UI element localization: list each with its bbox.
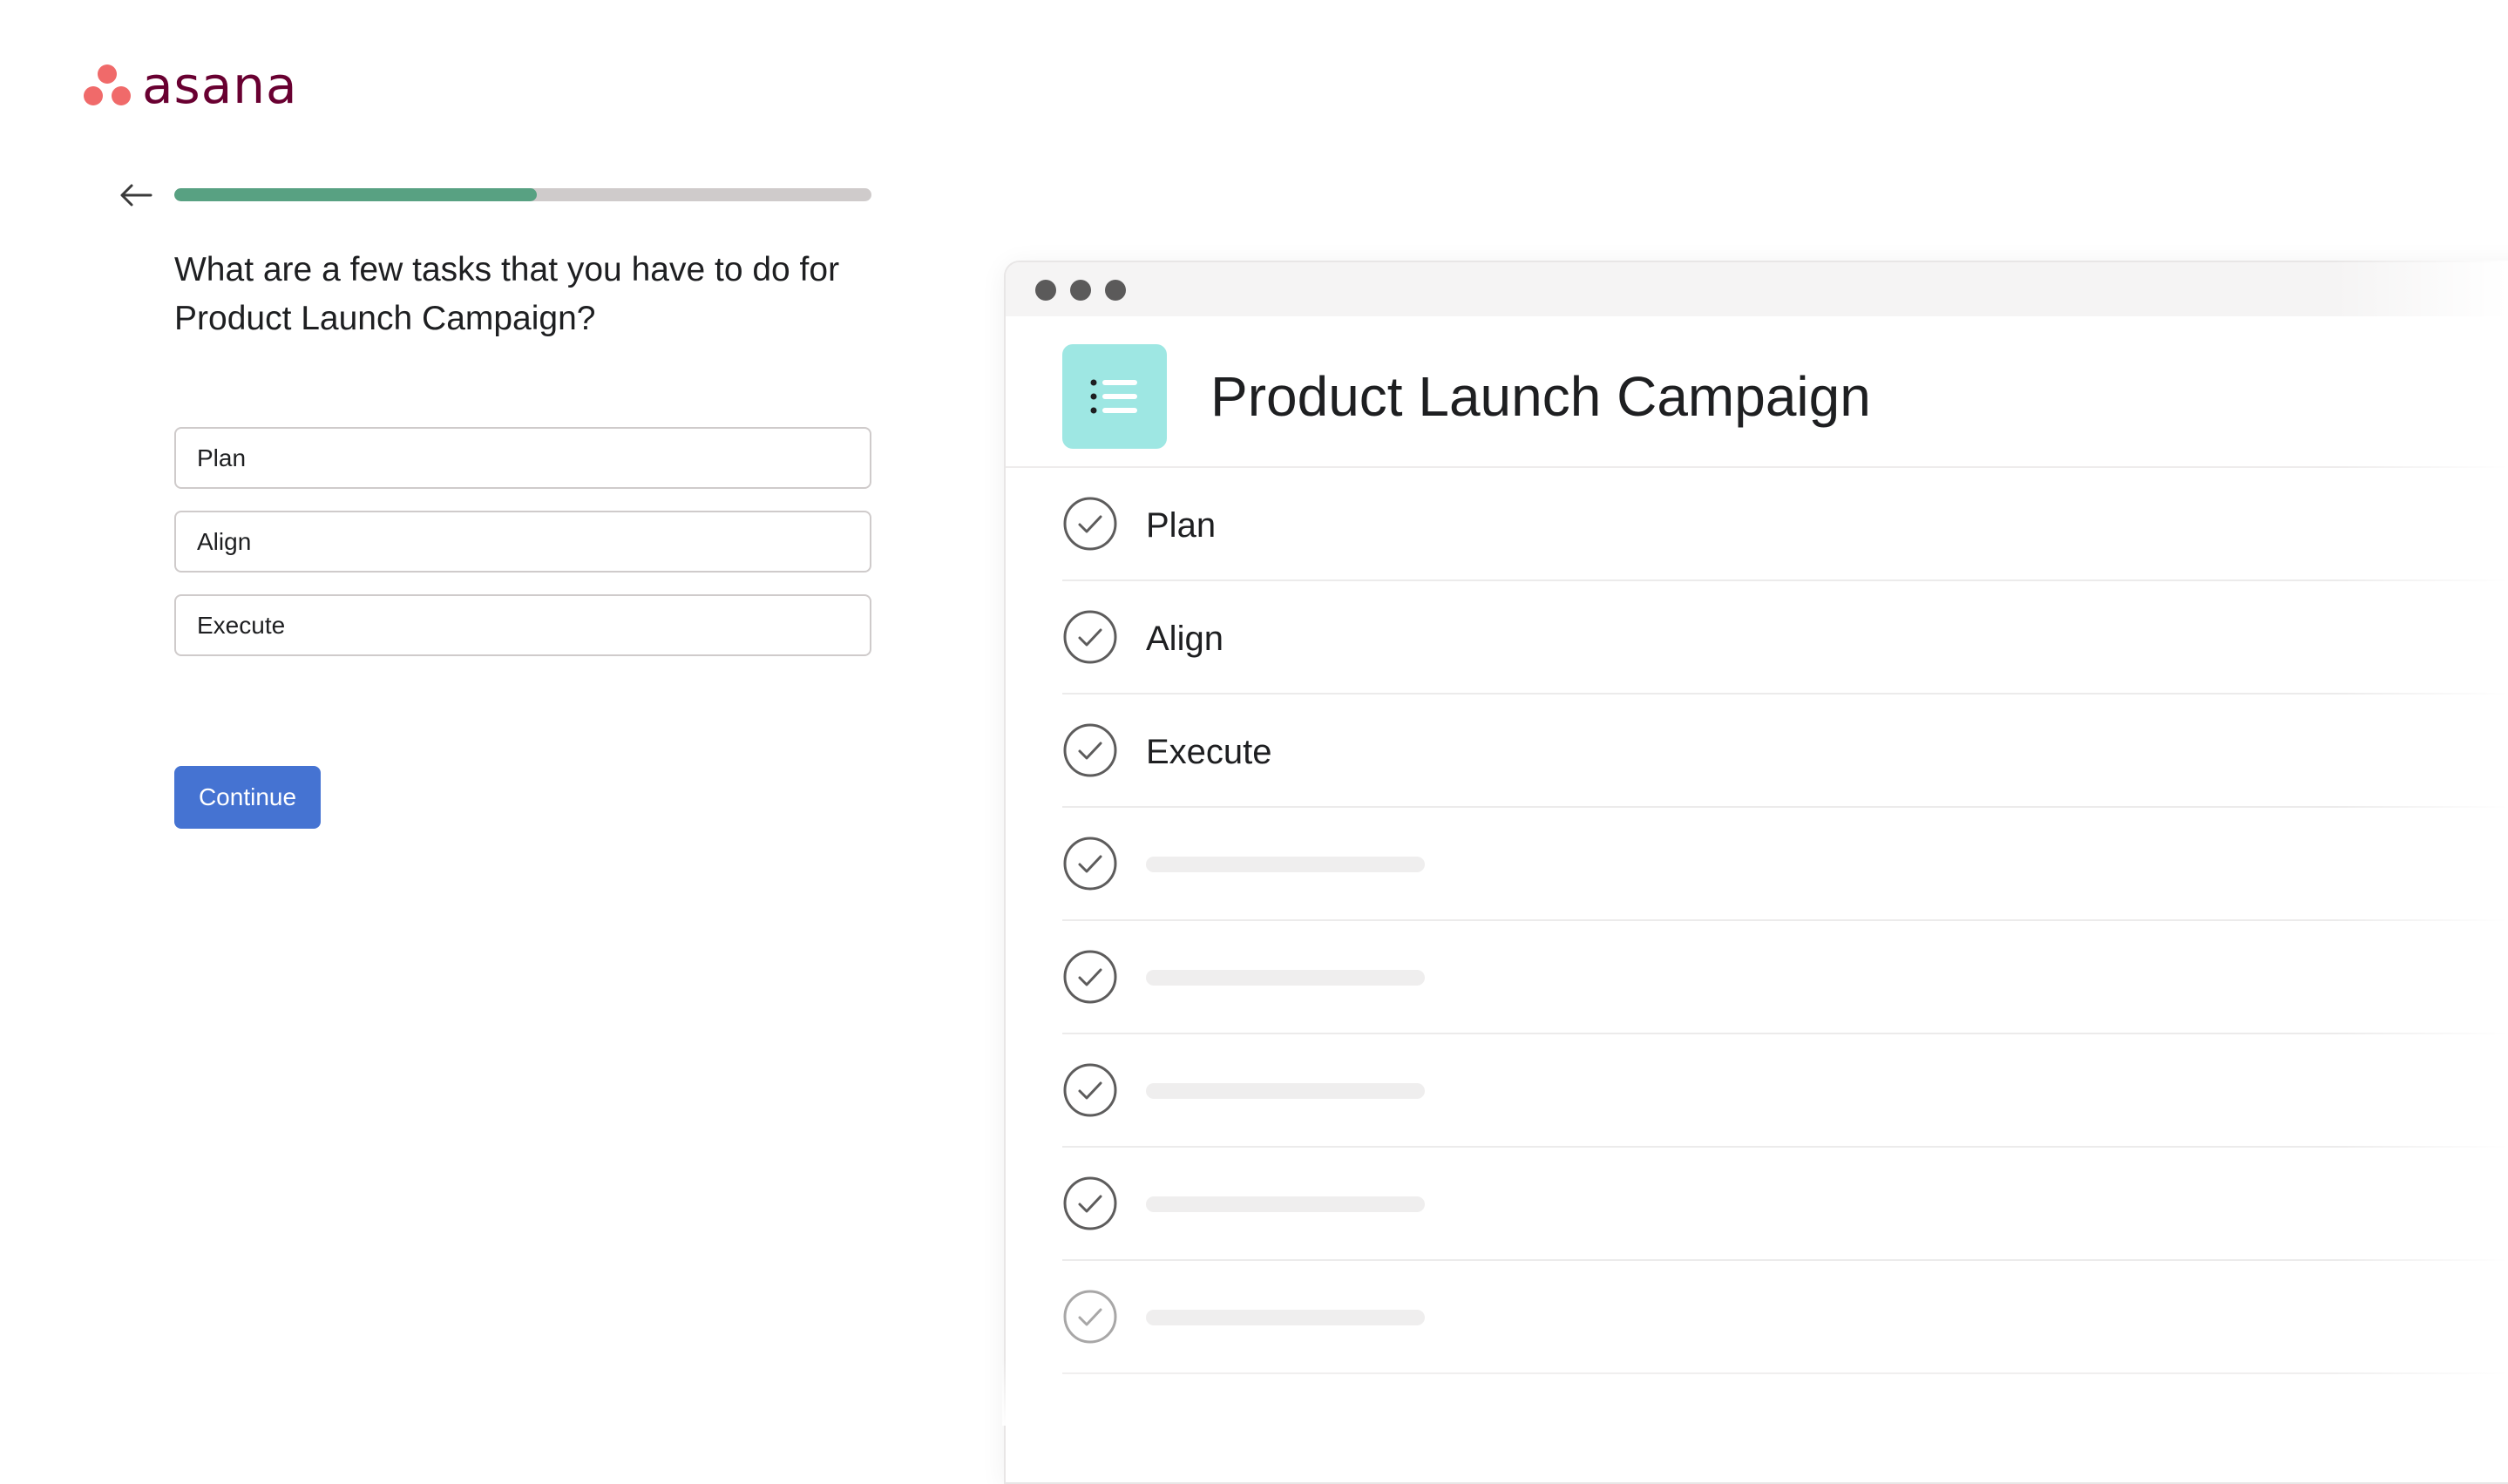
progress-bar-fill <box>174 188 537 201</box>
continue-button[interactable]: Continue <box>174 766 321 829</box>
task-row <box>1062 1148 2508 1261</box>
window-dot-icon <box>1105 280 1126 301</box>
window-dot-icon <box>1070 280 1091 301</box>
task-placeholder-bar <box>1146 1196 1425 1212</box>
task-placeholder-bar <box>1146 970 1425 986</box>
project-header: Product Launch Campaign <box>1006 316 2508 468</box>
task-input-2[interactable] <box>174 511 871 573</box>
list-icon <box>1090 379 1137 414</box>
arrow-left-icon <box>120 184 153 207</box>
task-placeholder-bar <box>1146 857 1425 872</box>
task-row: Plan <box>1062 468 2508 581</box>
asana-wordmark: asana <box>142 56 298 115</box>
project-icon <box>1062 344 1167 449</box>
back-button[interactable] <box>119 180 153 211</box>
asana-logo: asana <box>83 56 298 115</box>
task-row <box>1062 921 2508 1034</box>
task-row-label: Execute <box>1146 733 1272 771</box>
question-heading: What are a few tasks that you have to do… <box>174 251 840 337</box>
task-input-1[interactable] <box>174 427 871 489</box>
check-circle-icon[interactable] <box>1062 609 1118 665</box>
task-row-label: Plan <box>1146 506 1217 545</box>
asana-dots-icon <box>84 64 131 105</box>
check-circle-icon[interactable] <box>1062 722 1118 778</box>
project-title: Product Launch Campaign <box>1210 365 1871 428</box>
check-circle-icon[interactable] <box>1062 949 1118 1005</box>
task-row <box>1062 1034 2508 1148</box>
window-titlebar <box>1006 262 2508 316</box>
progress-bar <box>174 188 871 201</box>
check-circle-icon[interactable] <box>1062 1176 1118 1231</box>
check-circle-icon[interactable] <box>1062 1289 1118 1345</box>
task-placeholder-bar <box>1146 1310 1425 1325</box>
check-circle-icon[interactable] <box>1062 1062 1118 1118</box>
task-row <box>1062 1261 2508 1374</box>
check-circle-icon[interactable] <box>1062 836 1118 891</box>
task-row-label: Align <box>1146 620 1223 658</box>
task-input-3[interactable] <box>174 594 871 656</box>
task-row: Execute <box>1062 695 2508 808</box>
check-circle-icon[interactable] <box>1062 496 1118 552</box>
task-placeholder-bar <box>1146 1083 1425 1099</box>
project-preview-window: Product Launch Campaign Plan Align Execute <box>1004 261 2508 1484</box>
window-dot-icon <box>1035 280 1056 301</box>
task-row <box>1062 808 2508 921</box>
task-row: Align <box>1062 581 2508 695</box>
